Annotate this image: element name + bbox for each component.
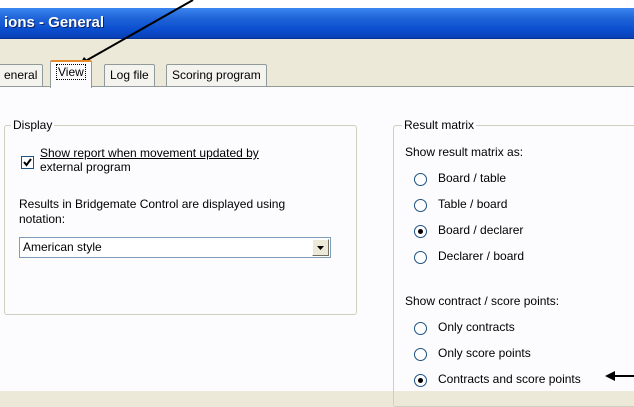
- title-bar[interactable]: ions - General: [0, 8, 634, 39]
- dropdown-button[interactable]: [312, 239, 329, 256]
- notation-label-line1: Results in Bridgemate Control are displa…: [19, 197, 286, 211]
- radio-only-score-points-label[interactable]: Only score points: [438, 346, 531, 360]
- tab-panel: Display Show report when movement update…: [0, 86, 634, 407]
- radio-table-board[interactable]: [414, 199, 427, 212]
- top-strip: [0, 0, 634, 8]
- radio-only-contracts[interactable]: [414, 322, 427, 335]
- tab-scoring-program[interactable]: Scoring program: [166, 64, 267, 86]
- result-matrix-title: Result matrix: [402, 118, 477, 132]
- show-contract-label: Show contract / score points:: [405, 294, 560, 308]
- show-result-as-label: Show result matrix as:: [405, 145, 524, 159]
- radio-board-table-label[interactable]: Board / table: [438, 171, 506, 185]
- notation-select[interactable]: American style: [19, 237, 331, 258]
- radio-table-board-label[interactable]: Table / board: [438, 197, 507, 211]
- show-report-label-line2[interactable]: external program: [40, 160, 131, 174]
- radio-contracts-and-score-points[interactable]: [414, 374, 427, 387]
- tab-view[interactable]: View: [50, 60, 92, 88]
- tab-view-label: View: [56, 64, 86, 80]
- radio-only-contracts-label[interactable]: Only contracts: [438, 320, 515, 334]
- radio-selected-dot: [418, 229, 423, 234]
- window-title: ions - General: [4, 14, 105, 31]
- radio-declarer-board[interactable]: [414, 251, 427, 264]
- chevron-down-icon: [317, 246, 324, 250]
- tab-log-file-label: Log file: [110, 68, 149, 82]
- tab-strip: eneral View Log file Scoring program: [0, 60, 634, 88]
- display-group: Display Show report when movement update…: [4, 118, 357, 315]
- tab-scoring-program-label: Scoring program: [172, 68, 261, 82]
- display-group-title: Display: [11, 118, 55, 132]
- notation-label-line2: notation:: [19, 212, 66, 226]
- radio-board-table[interactable]: [414, 173, 427, 186]
- tab-general-label: eneral: [4, 68, 38, 82]
- radio-board-declarer[interactable]: [414, 225, 427, 238]
- radio-only-score-points[interactable]: [414, 348, 427, 361]
- tab-log-file[interactable]: Log file: [104, 64, 155, 86]
- show-report-checkbox[interactable]: [21, 156, 34, 169]
- show-report-label-line1[interactable]: Show report when movement updated by: [40, 146, 259, 160]
- notation-select-value: American style: [23, 240, 102, 254]
- radio-selected-dot: [418, 378, 423, 383]
- radio-board-declarer-label[interactable]: Board / declarer: [438, 223, 523, 237]
- radio-declarer-board-label[interactable]: Declarer / board: [438, 249, 524, 263]
- radio-contracts-and-score-points-label[interactable]: Contracts and score points: [438, 372, 581, 386]
- tab-general[interactable]: eneral: [0, 64, 44, 86]
- checkmark-icon: [23, 158, 32, 167]
- result-matrix-group: Result matrix Show result matrix as: Boa…: [393, 118, 634, 407]
